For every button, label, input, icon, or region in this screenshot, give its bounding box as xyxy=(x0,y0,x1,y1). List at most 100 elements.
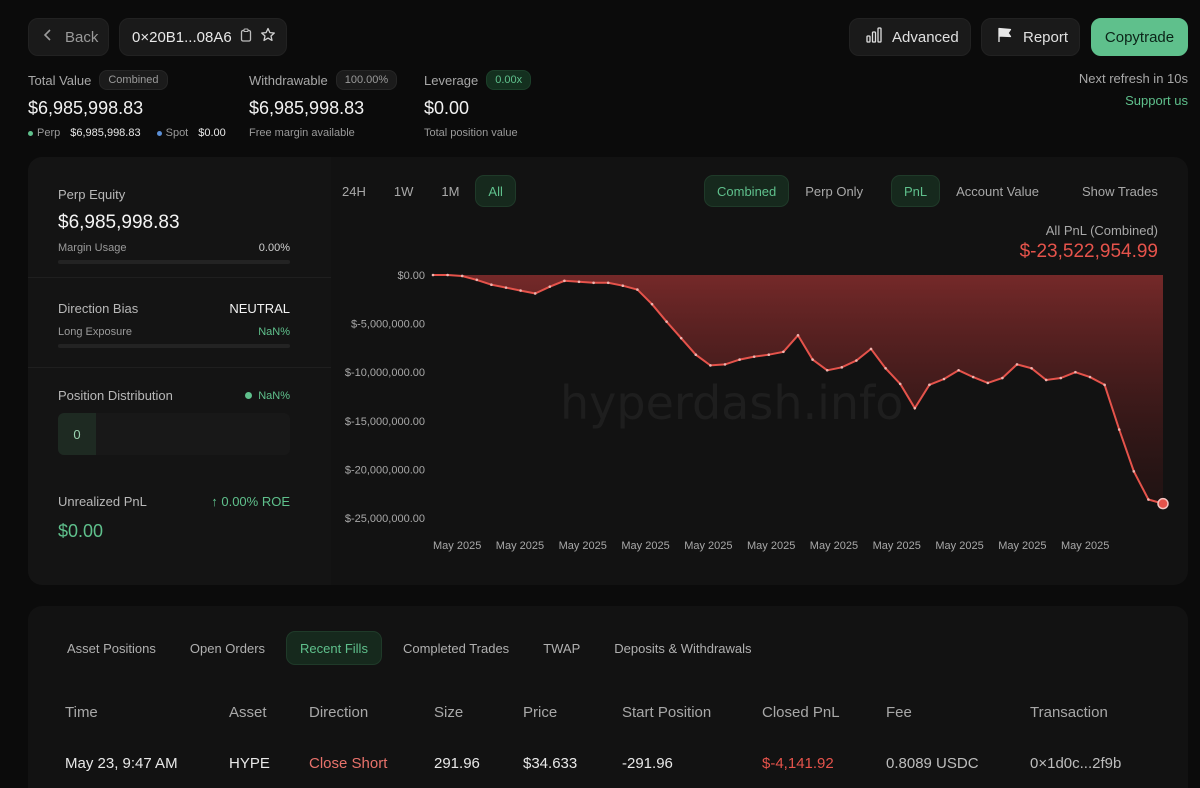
pnl-point xyxy=(738,358,741,361)
pnl-point xyxy=(533,292,537,295)
col-fee[interactable]: Fee xyxy=(886,704,912,721)
star-icon[interactable] xyxy=(260,27,276,47)
pnl-point xyxy=(1103,383,1106,387)
flag-icon xyxy=(997,27,1013,47)
col-transaction[interactable]: Transaction xyxy=(1030,704,1108,721)
pnl-point xyxy=(767,353,771,357)
watermark: hyperdash.info xyxy=(560,376,903,430)
pnl-point xyxy=(811,358,814,361)
x-tick-label: May 2025 xyxy=(621,540,669,552)
spot-label: Spot xyxy=(165,127,189,139)
pnl-chart[interactable]: hyperdash.info $0.00 $-5,000,000.00 $-10,0… xyxy=(28,157,1188,585)
col-price[interactable]: Price xyxy=(523,704,557,721)
col-size[interactable]: Size xyxy=(434,704,463,721)
x-tick-label: May 2025 xyxy=(559,540,607,552)
total-value-stat: Total Value Combined $6,985,998.83 Perp $… xyxy=(28,70,226,139)
pnl-point xyxy=(884,367,887,370)
x-tick-label: May 2025 xyxy=(873,540,921,552)
withdrawable-sub: Free margin available xyxy=(249,127,355,139)
pnl-point xyxy=(460,274,464,278)
pnl-point xyxy=(563,279,566,283)
x-tick-label: May 2025 xyxy=(810,540,858,552)
copy-icon[interactable] xyxy=(240,28,252,46)
tab-recent-fills[interactable]: Recent Fills xyxy=(286,631,382,665)
support-link[interactable]: Support us xyxy=(1125,93,1188,108)
back-button[interactable]: Back xyxy=(28,18,109,56)
pnl-point xyxy=(840,366,844,369)
pnl-point xyxy=(1117,428,1121,431)
report-button[interactable]: Report xyxy=(981,18,1080,56)
y-tick-label: $-15,000,000.00 xyxy=(345,416,425,428)
pnl-point xyxy=(971,375,975,379)
row-transaction[interactable]: 0×1d0c...2f9b xyxy=(1030,755,1121,772)
tab-twap[interactable]: TWAP xyxy=(530,631,593,665)
x-tick-label: May 2025 xyxy=(998,540,1046,552)
y-tick-label: $0.00 xyxy=(397,270,425,282)
pnl-point xyxy=(519,289,522,292)
withdrawable-pill: 100.00% xyxy=(335,70,398,90)
y-tick-label: $-5,000,000.00 xyxy=(351,319,425,331)
copytrade-button[interactable]: Copytrade xyxy=(1091,18,1188,56)
withdrawable-value: $6,985,998.83 xyxy=(249,98,365,118)
pnl-point xyxy=(606,281,610,285)
pnl-point xyxy=(475,278,479,282)
row-time: May 23, 9:47 AM xyxy=(65,755,178,772)
x-tick-label: May 2025 xyxy=(496,540,544,552)
pnl-point xyxy=(957,368,960,372)
pnl-point xyxy=(431,273,435,277)
pnl-point xyxy=(504,286,508,289)
advanced-label: Advanced xyxy=(892,28,959,46)
last-point-marker xyxy=(1157,497,1169,510)
chevron-left-icon xyxy=(43,28,53,46)
advanced-button[interactable]: Advanced xyxy=(849,18,971,56)
pnl-point xyxy=(898,382,902,386)
row-start-position: -291.96 xyxy=(622,755,673,772)
activity-panel: Asset Positions Open Orders Recent Fills… xyxy=(28,606,1188,788)
col-direction[interactable]: Direction xyxy=(309,704,368,721)
leverage-value: $0.00 xyxy=(424,98,470,118)
total-value: $6,985,998.83 xyxy=(28,98,144,118)
tab-open-orders[interactable]: Open Orders xyxy=(177,631,278,665)
back-label: Back xyxy=(65,28,99,46)
withdrawable-label: Withdrawable xyxy=(249,72,328,88)
y-tick-label: $-25,000,000.00 xyxy=(345,513,425,525)
x-tick-label: May 2025 xyxy=(684,540,732,552)
pnl-point xyxy=(1074,370,1077,374)
perp-label: Perp xyxy=(37,127,61,139)
col-start-position[interactable]: Start Position xyxy=(622,704,711,721)
report-label: Report xyxy=(1023,28,1069,46)
row-direction: Close Short xyxy=(309,755,388,772)
tab-deposits-withdrawals[interactable]: Deposits & Withdrawals xyxy=(601,631,764,665)
refresh-timer: Next refresh in 10s xyxy=(1078,71,1188,86)
pnl-point xyxy=(650,302,654,306)
tab-asset-positions[interactable]: Asset Positions xyxy=(54,631,169,665)
pnl-point xyxy=(1001,376,1004,380)
row-asset[interactable]: HYPE xyxy=(229,755,270,772)
perp-value: $6,985,998.83 xyxy=(70,127,141,139)
leverage-stat: Leverage 0.00x $0.00 Total position value xyxy=(424,70,532,139)
row-fee: 0.8089 USDC xyxy=(886,755,979,772)
pnl-point xyxy=(636,288,639,291)
activity-tabs: Asset Positions Open Orders Recent Fills… xyxy=(54,631,765,665)
x-tick-label: May 2025 xyxy=(1061,540,1109,552)
leverage-label: Leverage xyxy=(424,72,479,88)
pnl-point xyxy=(490,283,493,287)
pnl-point xyxy=(1132,470,1136,473)
row-price: $34.633 xyxy=(523,755,578,772)
y-tick-label: $-10,000,000.00 xyxy=(345,367,425,379)
pnl-point xyxy=(665,320,668,323)
col-closed-pnl[interactable]: Closed PnL xyxy=(762,704,840,721)
col-asset[interactable]: Asset xyxy=(229,704,267,721)
tab-completed-trades[interactable]: Completed Trades xyxy=(390,631,522,665)
pnl-point xyxy=(796,333,800,337)
address-text: 0×20B1...08A6 xyxy=(132,28,232,46)
pnl-point xyxy=(928,383,931,387)
pnl-point xyxy=(621,284,625,287)
col-time[interactable]: Time xyxy=(65,704,98,721)
row-closed-pnl: $-4,141.92 xyxy=(762,755,834,772)
x-tick-label: May 2025 xyxy=(433,540,481,552)
pnl-point xyxy=(1030,367,1033,370)
pnl-point xyxy=(694,353,698,357)
pnl-point xyxy=(723,363,727,366)
pnl-point xyxy=(1044,378,1048,382)
